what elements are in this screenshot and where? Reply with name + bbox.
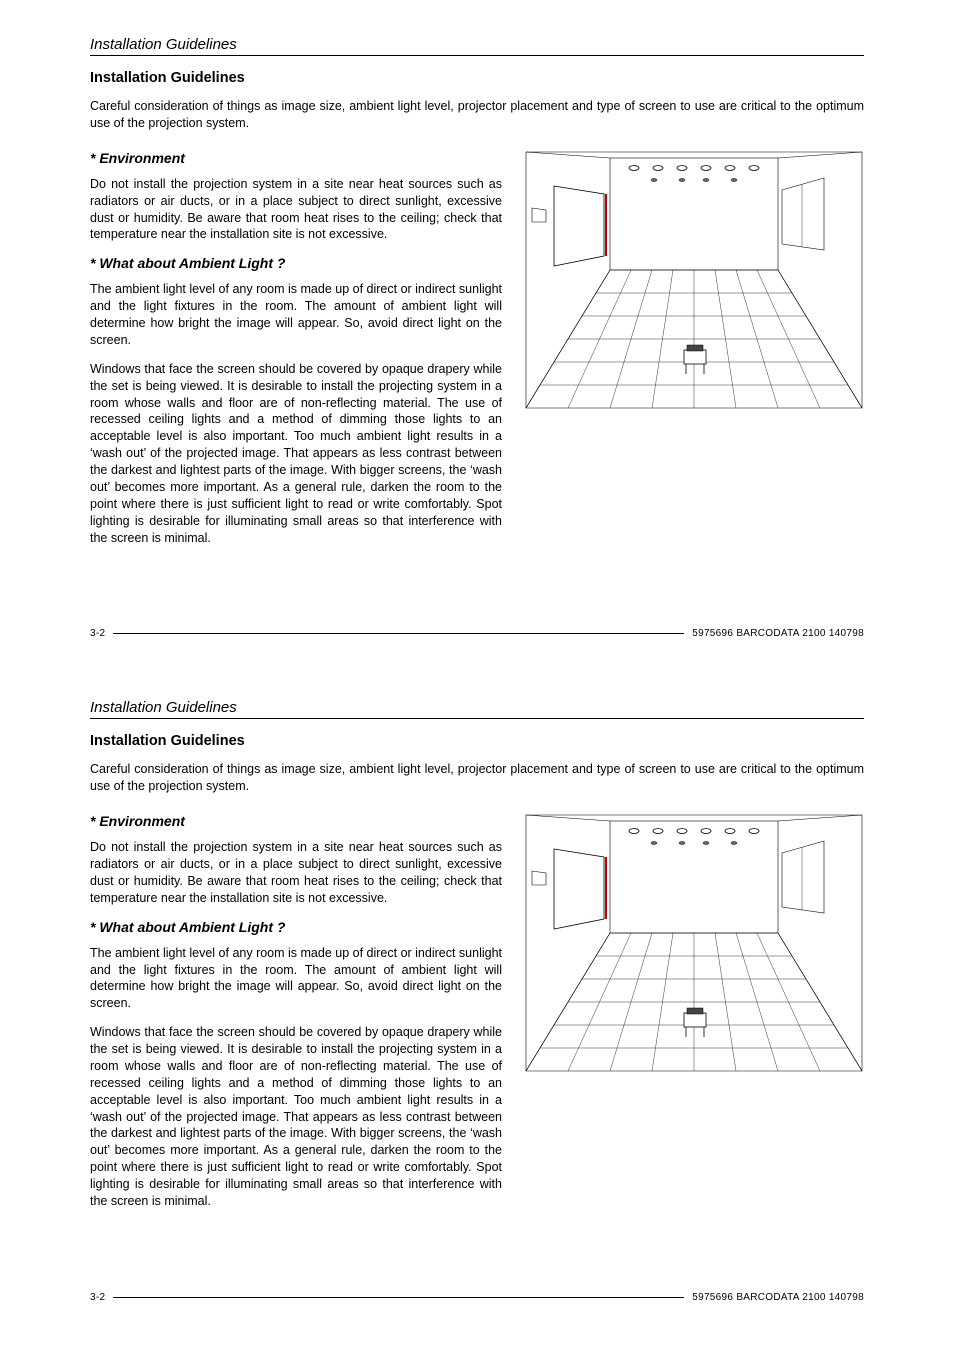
intro-paragraph: Careful consideration of things as image… <box>90 98 864 132</box>
left-column: * Environment Do not install the project… <box>90 150 502 559</box>
ambient-p1: The ambient light level of any room is m… <box>90 945 502 1013</box>
ambient-p2: Windows that face the screen should be c… <box>90 361 502 547</box>
running-head: Installation Guidelines <box>90 699 864 719</box>
ambient-heading: * What about Ambient Light ? <box>90 255 502 271</box>
content-columns: * Environment Do not install the project… <box>90 150 864 559</box>
section-title: Installation Guidelines <box>90 70 864 86</box>
footer-rule <box>113 1297 684 1298</box>
footer-rule <box>113 633 684 634</box>
ambient-heading: * What about Ambient Light ? <box>90 919 502 935</box>
room-perspective-diagram <box>524 150 864 410</box>
intro-paragraph: Careful consideration of things as image… <box>90 761 864 795</box>
left-column: * Environment Do not install the project… <box>90 813 502 1222</box>
page-footer: 3-2 5975696 BARCODATA 2100 140798 <box>90 1292 864 1303</box>
page-number: 3-2 <box>90 628 105 639</box>
page-number: 3-2 <box>90 1292 105 1303</box>
environment-body: Do not install the projection system in … <box>90 839 502 907</box>
page-lower: Installation Guidelines Installation Gui… <box>0 663 954 1326</box>
running-head: Installation Guidelines <box>90 36 864 56</box>
page-footer: 3-2 5975696 BARCODATA 2100 140798 <box>90 628 864 639</box>
ambient-p2: Windows that face the screen should be c… <box>90 1024 502 1210</box>
room-perspective-diagram <box>524 813 864 1073</box>
section-title: Installation Guidelines <box>90 733 864 749</box>
environment-heading: * Environment <box>90 813 502 829</box>
content-columns: * Environment Do not install the project… <box>90 813 864 1222</box>
document-id: 5975696 BARCODATA 2100 140798 <box>692 1292 864 1303</box>
environment-heading: * Environment <box>90 150 502 166</box>
right-column <box>524 150 864 410</box>
page-upper: Installation Guidelines Installation Gui… <box>0 0 954 663</box>
environment-body: Do not install the projection system in … <box>90 176 502 244</box>
right-column <box>524 813 864 1073</box>
document-id: 5975696 BARCODATA 2100 140798 <box>692 628 864 639</box>
ambient-p1: The ambient light level of any room is m… <box>90 281 502 349</box>
